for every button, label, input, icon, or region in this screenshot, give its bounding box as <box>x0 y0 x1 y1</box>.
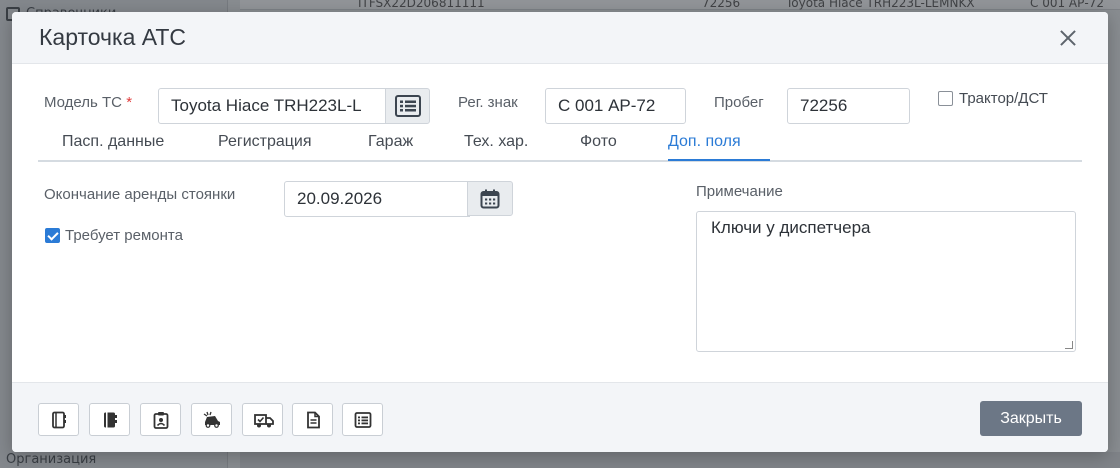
note-text: Ключи у диспетчера <box>711 218 871 237</box>
resize-handle[interactable] <box>1065 341 1073 349</box>
parking-lease-end-label: Окончание аренды стоянки <box>44 186 236 203</box>
reg-number-input[interactable]: С 001 АР-72 <box>545 88 686 124</box>
note-label: Примечание <box>696 183 783 200</box>
model-input[interactable]: Toyota Hiace TRH223L-L <box>158 88 388 124</box>
parking-lease-end-input[interactable]: 20.09.2026 <box>284 181 470 217</box>
model-list-button[interactable] <box>385 88 430 124</box>
car-crash-icon <box>203 411 220 428</box>
mileage-label: Пробег <box>714 94 764 111</box>
truck-check-icon <box>254 414 274 428</box>
clipboard-user-icon <box>153 412 169 429</box>
close-button[interactable]: Закрыть <box>980 401 1082 436</box>
car-crash-button[interactable] <box>191 403 232 436</box>
note-textarea[interactable]: Ключи у диспетчера <box>696 211 1076 352</box>
reg-label: Рег. знак <box>458 94 518 111</box>
truck-check-button[interactable] <box>242 403 283 436</box>
active-tab-indicator <box>668 159 770 161</box>
dialog-footer: Закрыть <box>12 382 1108 452</box>
notebook-filled-button[interactable] <box>89 403 130 436</box>
tab-extra-fields[interactable]: Доп. поля <box>668 133 741 151</box>
calendar-button[interactable] <box>467 181 513 216</box>
notebook-button[interactable] <box>38 403 79 436</box>
list-icon <box>395 95 421 117</box>
needs-repair-checkbox[interactable] <box>45 228 60 243</box>
clipboard-user-button[interactable] <box>140 403 181 436</box>
list-button[interactable] <box>342 403 383 436</box>
document-icon <box>307 411 320 429</box>
tab-photo[interactable]: Фото <box>580 133 617 151</box>
tab-tech-specs[interactable]: Тех. хар. <box>464 133 528 151</box>
document-button[interactable] <box>292 403 333 436</box>
tab-bar: Пасп. данные Регистрация Гараж Тех. хар.… <box>38 128 1082 162</box>
mileage-input[interactable]: 72256 <box>787 88 910 124</box>
close-icon[interactable] <box>1056 26 1080 50</box>
required-marker: * <box>126 94 133 111</box>
list-icon <box>354 412 372 428</box>
vehicle-card-dialog: Карточка АТС Модель ТС * Toyota Hiace TR… <box>12 12 1108 452</box>
tractor-label: Трактор/ДСТ <box>959 90 1048 107</box>
notebook-filled-icon <box>104 412 117 428</box>
dialog-title: Карточка АТС <box>39 24 186 50</box>
dialog-header: Карточка АТС <box>12 12 1108 64</box>
tab-garage[interactable]: Гараж <box>368 133 413 151</box>
tab-registration[interactable]: Регистрация <box>218 133 312 151</box>
notebook-icon <box>52 411 66 429</box>
model-label: Модель ТС * <box>44 94 133 111</box>
needs-repair-label: Требует ремонта <box>65 227 183 244</box>
calendar-icon <box>480 189 500 209</box>
tractor-checkbox[interactable] <box>938 91 953 106</box>
tab-passport-data[interactable]: Пасп. данные <box>62 133 164 151</box>
